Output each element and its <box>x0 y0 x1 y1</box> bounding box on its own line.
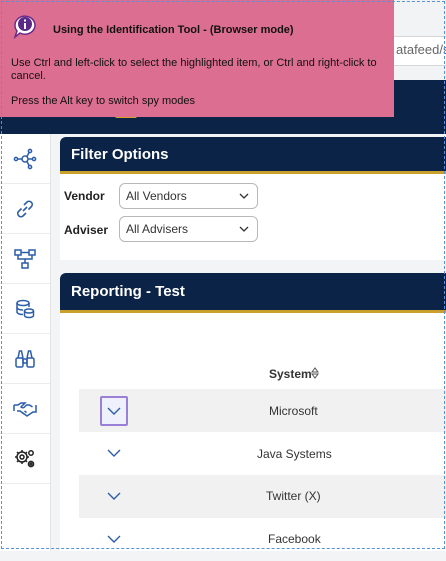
expand-row-button[interactable] <box>100 396 128 426</box>
adviser-label: Adviser <box>64 223 109 237</box>
reporting-header: Reporting - Test <box>60 273 446 313</box>
expand-row-button[interactable] <box>100 524 128 554</box>
address-bar-text: atafeed/s <box>396 42 446 57</box>
sort-icon[interactable] <box>311 367 319 379</box>
cell-system: Microsoft <box>269 404 318 418</box>
cell-system: Java Systems <box>257 447 332 461</box>
filter-options-header: Filter Options <box>60 137 446 174</box>
database-coins-icon <box>16 299 35 318</box>
chevron-down-icon <box>107 535 121 543</box>
chevron-down-icon <box>239 193 249 199</box>
rail-item-partners[interactable] <box>0 384 50 434</box>
chevron-down-icon <box>107 449 121 457</box>
expand-row-button[interactable] <box>100 438 128 468</box>
rail-item-settings[interactable] <box>0 434 50 484</box>
link-icon <box>17 200 33 217</box>
handshake-icon <box>13 401 37 417</box>
chevron-down-icon <box>107 492 121 500</box>
table-header-row <box>79 357 446 390</box>
table-row: Twitter (X) <box>79 475 446 518</box>
table-row: Java Systems <box>79 432 446 475</box>
vendor-select-value: All Vendors <box>126 189 187 203</box>
chevron-down-icon <box>239 226 249 232</box>
column-header-system[interactable]: System <box>269 367 312 381</box>
expand-row-button[interactable] <box>100 481 128 511</box>
binoculars-icon <box>15 349 35 368</box>
tooltip-title: Using the Identification Tool - (Browser… <box>53 24 294 36</box>
network-nodes-icon <box>13 148 37 169</box>
cell-system: Twitter (X) <box>266 489 321 503</box>
rail-item-data[interactable] <box>0 284 50 334</box>
tooltip-instruction: Use Ctrl and left-click to select the hi… <box>11 57 377 82</box>
settings-gears-icon <box>15 449 35 467</box>
reporting-title: Reporting - Test <box>71 283 185 300</box>
identification-tool-tooltip: Using the Identification Tool - (Browser… <box>0 0 394 117</box>
rail-item-network[interactable] <box>0 134 50 184</box>
vendor-label: Vendor <box>64 189 105 203</box>
chevron-down-icon <box>107 407 121 415</box>
adviser-select-value: All Advisers <box>126 222 189 236</box>
rail-item-hierarchy[interactable] <box>0 234 50 284</box>
cell-system: Facebook <box>268 532 321 546</box>
rail-item-links[interactable] <box>0 184 50 234</box>
table-row: Microsoft <box>79 389 446 432</box>
left-navigation-rail <box>0 134 51 551</box>
table-row: Facebook <box>79 518 446 561</box>
vendor-select[interactable]: All Vendors <box>119 183 258 209</box>
info-speech-bubble-icon <box>13 15 36 39</box>
hierarchy-icon <box>14 248 36 269</box>
rail-item-search[interactable] <box>0 334 50 384</box>
tooltip-hint: Press the Alt key to switch spy modes <box>11 95 196 107</box>
filter-options-title: Filter Options <box>71 146 169 163</box>
adviser-select[interactable]: All Advisers <box>119 216 258 242</box>
